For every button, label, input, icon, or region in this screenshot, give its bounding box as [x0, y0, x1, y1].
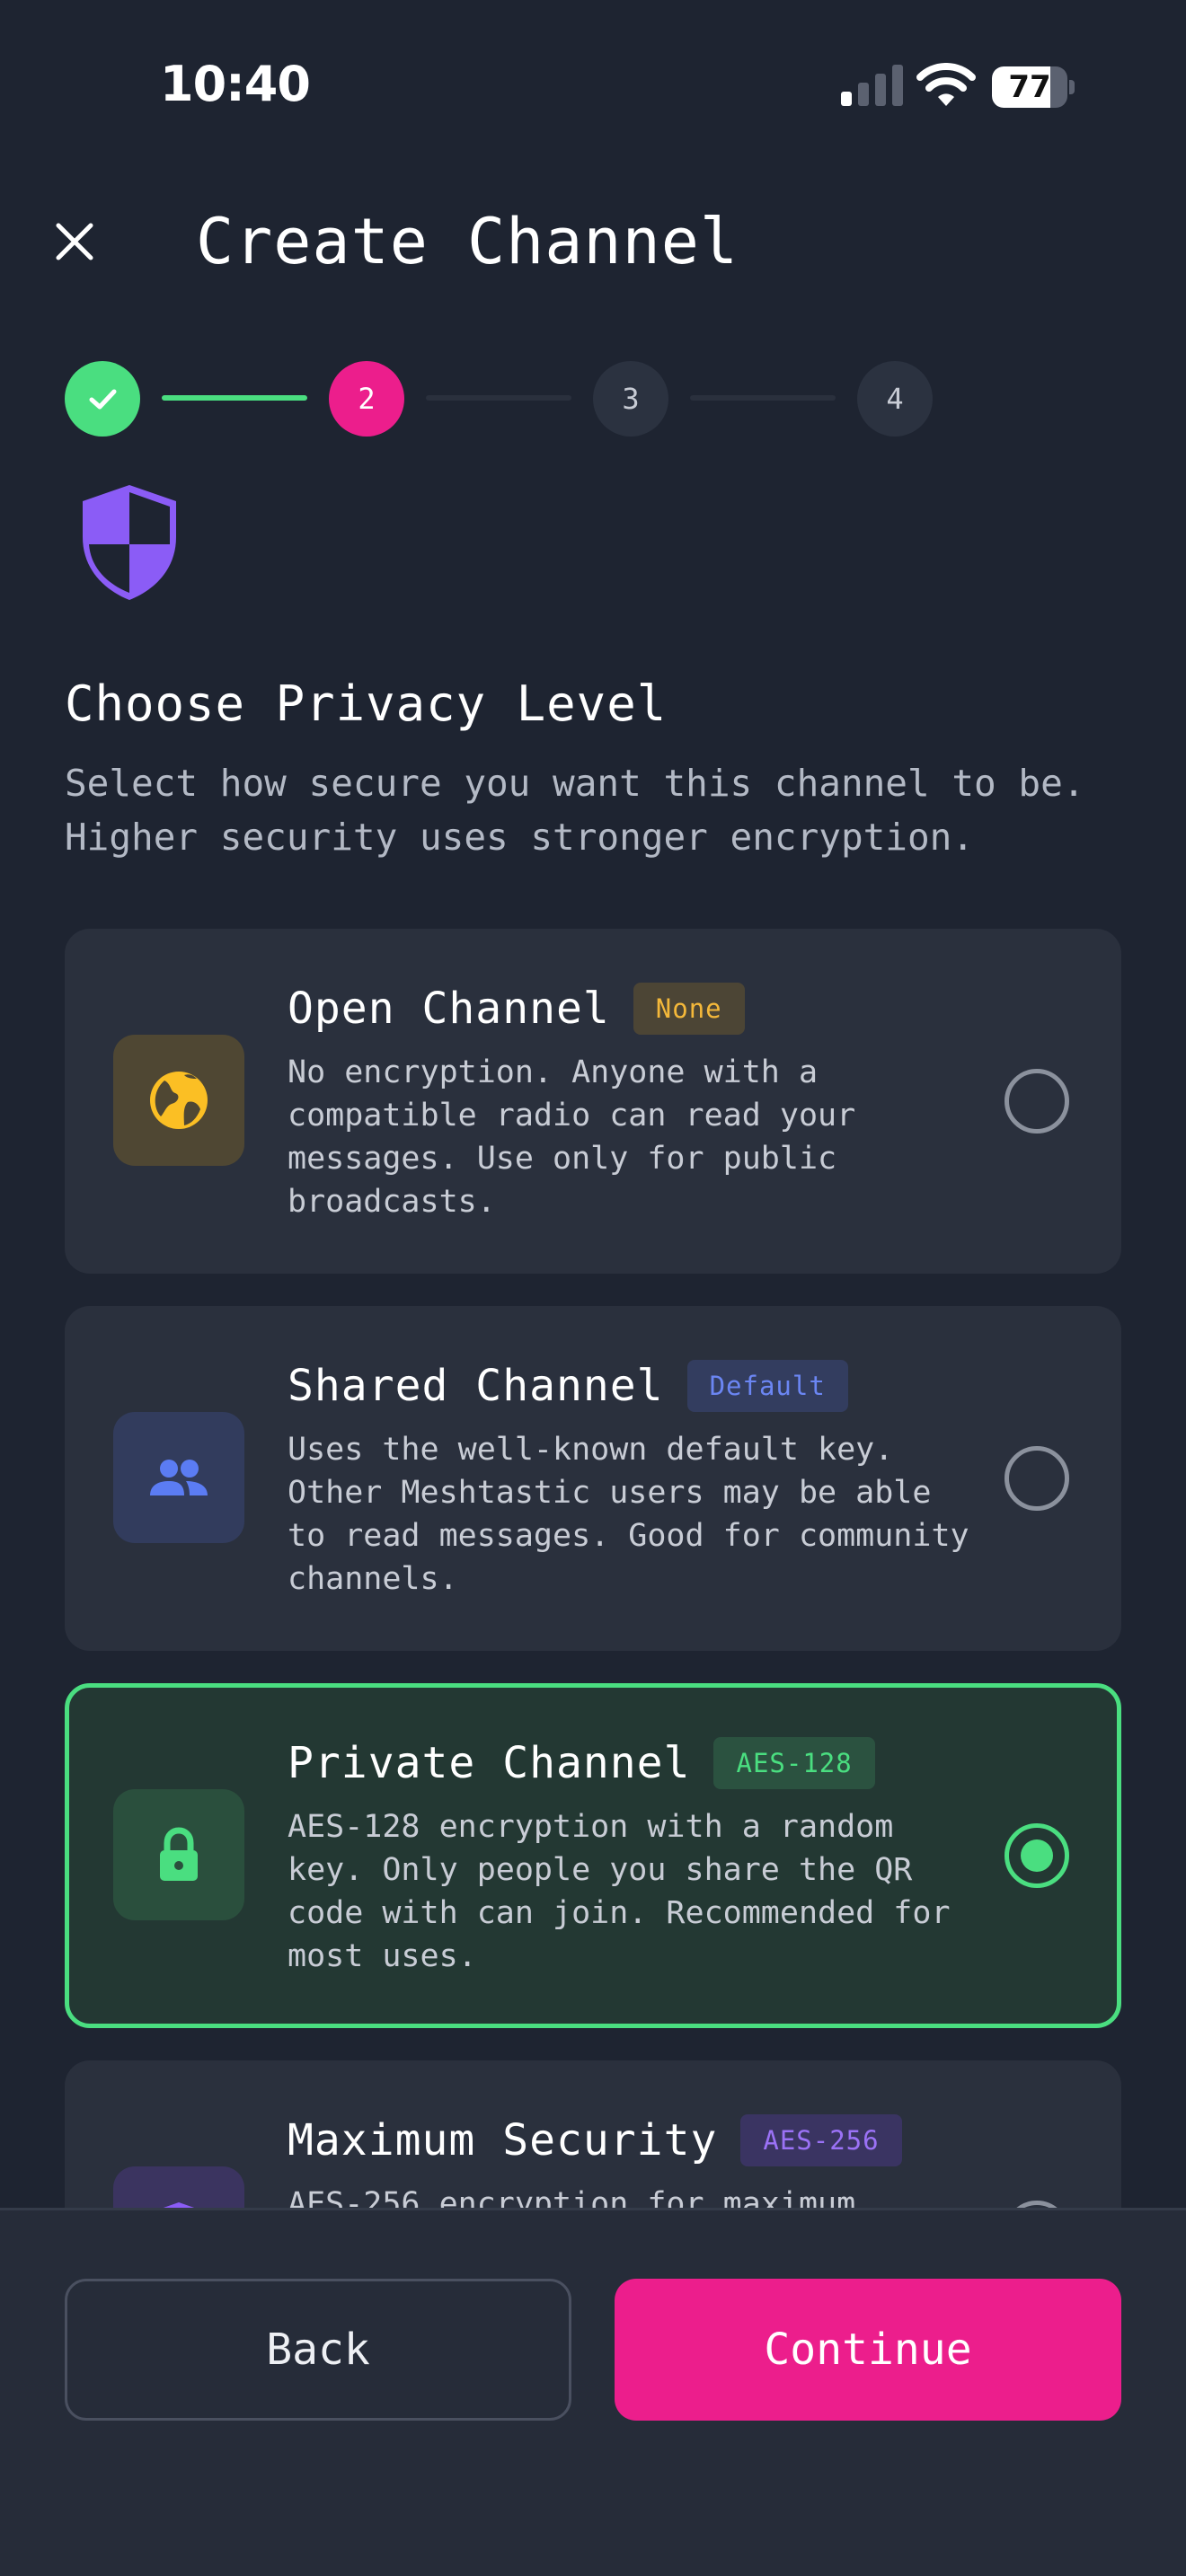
- option-title: Private Channel: [288, 1738, 691, 1788]
- check-icon: [89, 389, 117, 410]
- battery-percent: 77: [1008, 69, 1051, 105]
- option-radio-selected[interactable]: [1005, 1823, 1069, 1888]
- step-connector-1: [162, 395, 307, 401]
- status-bar: 10:40 77: [0, 0, 1186, 171]
- battery-icon: 77: [992, 66, 1075, 108]
- status-time: 10:40: [160, 56, 311, 112]
- option-description: AES-128 encryption with a random key. On…: [288, 1809, 951, 1974]
- wifi-icon: [916, 63, 976, 106]
- lock-icon: [160, 1827, 198, 1881]
- step-1-indicator: [65, 361, 140, 437]
- close-icon: [56, 223, 93, 260]
- option-radio[interactable]: [1005, 1446, 1069, 1511]
- option-icon-container: [113, 1412, 244, 1543]
- step-2-indicator: 2: [329, 361, 404, 437]
- users-icon: [150, 1460, 208, 1495]
- section-description: Select how secure you want this channel …: [65, 762, 1085, 859]
- option-description: No encryption. Anyone with a compatible …: [288, 1054, 856, 1220]
- radio-selected-dot: [1021, 1839, 1053, 1872]
- step-3-indicator: 3: [593, 361, 668, 437]
- continue-button[interactable]: Continue: [615, 2279, 1121, 2421]
- option-badge: AES-128: [713, 1737, 875, 1789]
- globe-icon: [150, 1072, 208, 1129]
- option-radio[interactable]: [1005, 1069, 1069, 1134]
- option-title: Shared Channel: [288, 1361, 664, 1411]
- option-open-channel[interactable]: Open Channel None No encryption. Anyone …: [65, 929, 1121, 1274]
- close-button[interactable]: [47, 214, 102, 269]
- bottom-action-bar: Back Continue: [0, 2208, 1186, 2576]
- option-badge: AES-256: [740, 2114, 902, 2166]
- option-icon-container: [113, 1035, 244, 1166]
- option-badge: Default: [686, 1360, 848, 1412]
- step-connector-2: [426, 395, 571, 401]
- option-shared-channel[interactable]: Shared Channel Default Uses the well-kno…: [65, 1306, 1121, 1651]
- option-title: Open Channel: [288, 984, 610, 1034]
- back-button[interactable]: Back: [65, 2279, 571, 2421]
- option-description: Uses the well-known default key. Other M…: [288, 1432, 969, 1597]
- cellular-signal-icon: [841, 65, 903, 106]
- step-connector-3: [690, 395, 836, 401]
- option-badge: None: [633, 983, 745, 1035]
- option-title: Maximum Security: [288, 2115, 718, 2166]
- step-4-indicator: 4: [857, 361, 933, 437]
- page-title: Create Channel: [196, 205, 739, 278]
- shield-icon: [83, 485, 176, 600]
- option-icon-container: [113, 1789, 244, 1920]
- section-title: Choose Privacy Level: [65, 675, 668, 732]
- create-channel-screen: 10:40 77 Create Channel 2 3 4 Choose Pri…: [0, 0, 1186, 2576]
- option-private-channel[interactable]: Private Channel AES-128 AES-128 encrypti…: [65, 1683, 1121, 2028]
